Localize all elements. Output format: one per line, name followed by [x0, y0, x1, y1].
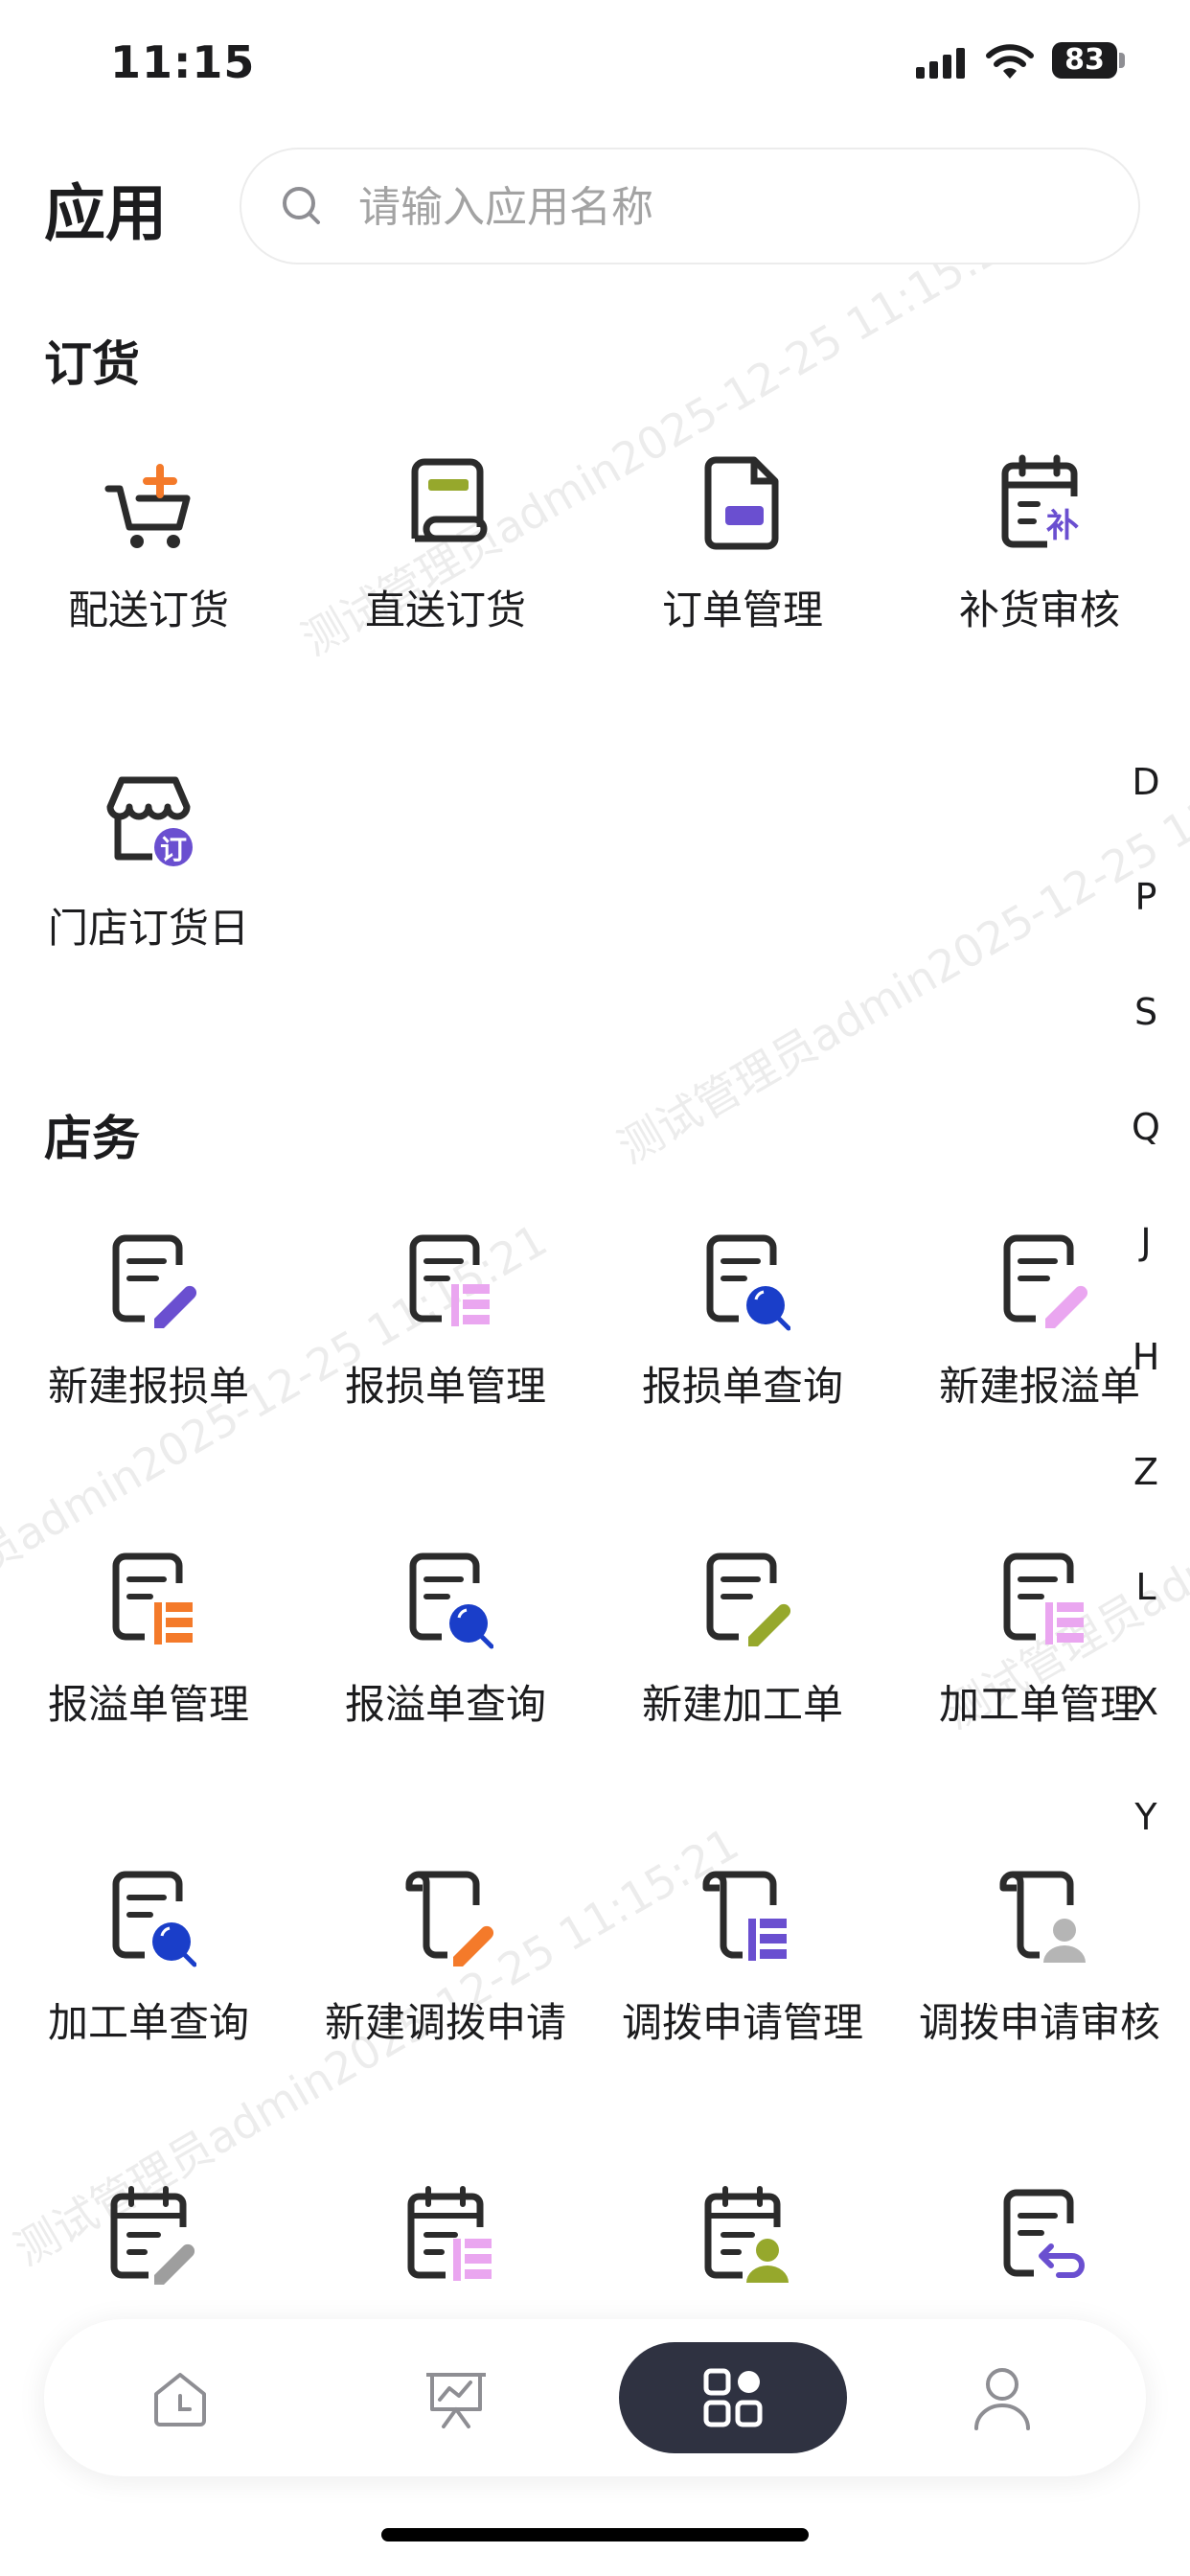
tab-dashboard[interactable] [360, 2319, 552, 2476]
calendar-list-icon [407, 2186, 492, 2281]
document-list-icon [112, 1552, 193, 1644]
app-label: 直送订货 [364, 586, 526, 633]
document-edit-icon [706, 1552, 790, 1646]
recent-icon [154, 2373, 206, 2426]
scroll-user-icon [999, 1871, 1086, 1963]
battery-indicator: 83 [1052, 42, 1117, 79]
battery-tip [1119, 53, 1125, 68]
document-icon [704, 456, 779, 550]
calendar-edit-icon [110, 2186, 195, 2285]
bottom-tab-bar [44, 2319, 1146, 2476]
alphabet-index-item[interactable]: Y [1131, 1796, 1161, 1838]
page-title: 应用 [44, 179, 167, 250]
dashboard-icon [426, 2373, 486, 2428]
tab-apps[interactable] [619, 2342, 847, 2453]
document-list-icon [409, 1234, 490, 1326]
profile-icon [974, 2368, 1030, 2430]
alphabet-index-item[interactable]: D [1131, 761, 1161, 803]
svg-text:订: 订 [160, 834, 187, 865]
section-title-ordering: 订货 [44, 336, 140, 392]
alphabet-index-item[interactable]: S [1131, 991, 1161, 1033]
app-label: 调拨申请审核 [918, 1999, 1160, 2046]
alphabet-index-item[interactable]: X [1131, 1681, 1161, 1723]
search-icon [283, 187, 320, 224]
app-damage-report-management[interactable]: 报损单管理 [297, 1227, 594, 1457]
document-list-icon [1003, 1552, 1084, 1644]
store-order-icon: 订 [106, 776, 193, 866]
scroll-edit-icon [405, 1871, 493, 1966]
app-delivery-order[interactable]: 配送订货 [0, 450, 297, 680]
apps-grid-icon [703, 2368, 763, 2427]
document-edit-icon [112, 1234, 196, 1328]
app-label: 调拨申请管理 [621, 1999, 863, 2046]
app-transfer-request-review[interactable]: 调拨申请审核 [891, 1863, 1188, 2093]
app-new-damage-report[interactable]: 新建报损单 [0, 1227, 297, 1457]
tab-recent[interactable] [84, 2319, 276, 2476]
status-time: 11:15 [110, 36, 256, 88]
app-label: 新建调拨申请 [324, 1999, 566, 2046]
app-label: 报损单管理 [344, 1363, 546, 1410]
app-new-transfer-request[interactable]: 新建调拨申请 [297, 1863, 594, 2093]
app-label: 订单管理 [661, 586, 823, 633]
watermark: 测试管理员admin2025-12-25 11:15:21 [608, 715, 1190, 1174]
search-bar[interactable] [240, 148, 1140, 264]
app-label: 补货审核 [958, 586, 1120, 633]
status-bar: 11:15 83 [0, 0, 1190, 134]
app-transfer-request-management[interactable]: 调拨申请管理 [594, 1863, 891, 2093]
app-label: 门店订货日 [47, 905, 249, 952]
alphabet-index-item[interactable]: Z [1131, 1451, 1161, 1493]
receipt-scroll-icon [411, 458, 488, 542]
app-label: 报溢单查询 [344, 1681, 546, 1728]
app-direct-order[interactable]: 直送订货 [297, 450, 594, 680]
app-overflow-report-management[interactable]: 报溢单管理 [0, 1545, 297, 1775]
alphabet-index-item[interactable]: L [1131, 1566, 1161, 1608]
section-title-store-affairs: 店务 [44, 1111, 140, 1166]
app-new-processing-order[interactable]: 新建加工单 [594, 1545, 891, 1775]
alphabet-index-item[interactable]: J [1131, 1221, 1161, 1263]
app-order-management[interactable]: 订单管理 [594, 450, 891, 680]
scroll-list-icon [702, 1871, 787, 1961]
alphabet-index-item[interactable]: H [1131, 1336, 1161, 1378]
svg-text:补: 补 [1046, 507, 1079, 545]
document-search-icon [409, 1552, 493, 1649]
alphabet-index-item[interactable]: P [1131, 876, 1161, 918]
app-overflow-report-query[interactable]: 报溢单查询 [297, 1545, 594, 1775]
app-label: 配送订货 [67, 586, 229, 633]
app-label: 新建报损单 [47, 1363, 249, 1410]
app-store-order-day[interactable]: 订 门店订货日 [0, 769, 297, 999]
calendar-replenish-icon: 补 [1001, 454, 1079, 548]
app-label: 报溢单管理 [47, 1681, 249, 1728]
cart-add-icon [104, 464, 191, 548]
calendar-user-icon [704, 2186, 789, 2283]
alphabet-index-item[interactable]: Q [1131, 1106, 1161, 1148]
app-replenish-review[interactable]: 补 补货审核 [891, 450, 1188, 680]
document-search-icon [112, 1871, 196, 1967]
app-processing-order-query[interactable]: 加工单查询 [0, 1863, 297, 2093]
home-indicator [381, 2528, 809, 2542]
cellular-signal-icon [916, 48, 965, 79]
document-search-icon [706, 1234, 790, 1331]
app-label: 报损单查询 [641, 1363, 843, 1410]
app-damage-report-query[interactable]: 报损单查询 [594, 1227, 891, 1457]
document-return-icon [1003, 2189, 1085, 2278]
search-input[interactable] [356, 169, 1088, 245]
document-edit-icon [1003, 1234, 1087, 1328]
wifi-icon [986, 44, 1034, 79]
app-label: 新建加工单 [641, 1681, 843, 1728]
app-label: 加工单查询 [47, 1999, 249, 2046]
tab-profile[interactable] [906, 2319, 1098, 2476]
